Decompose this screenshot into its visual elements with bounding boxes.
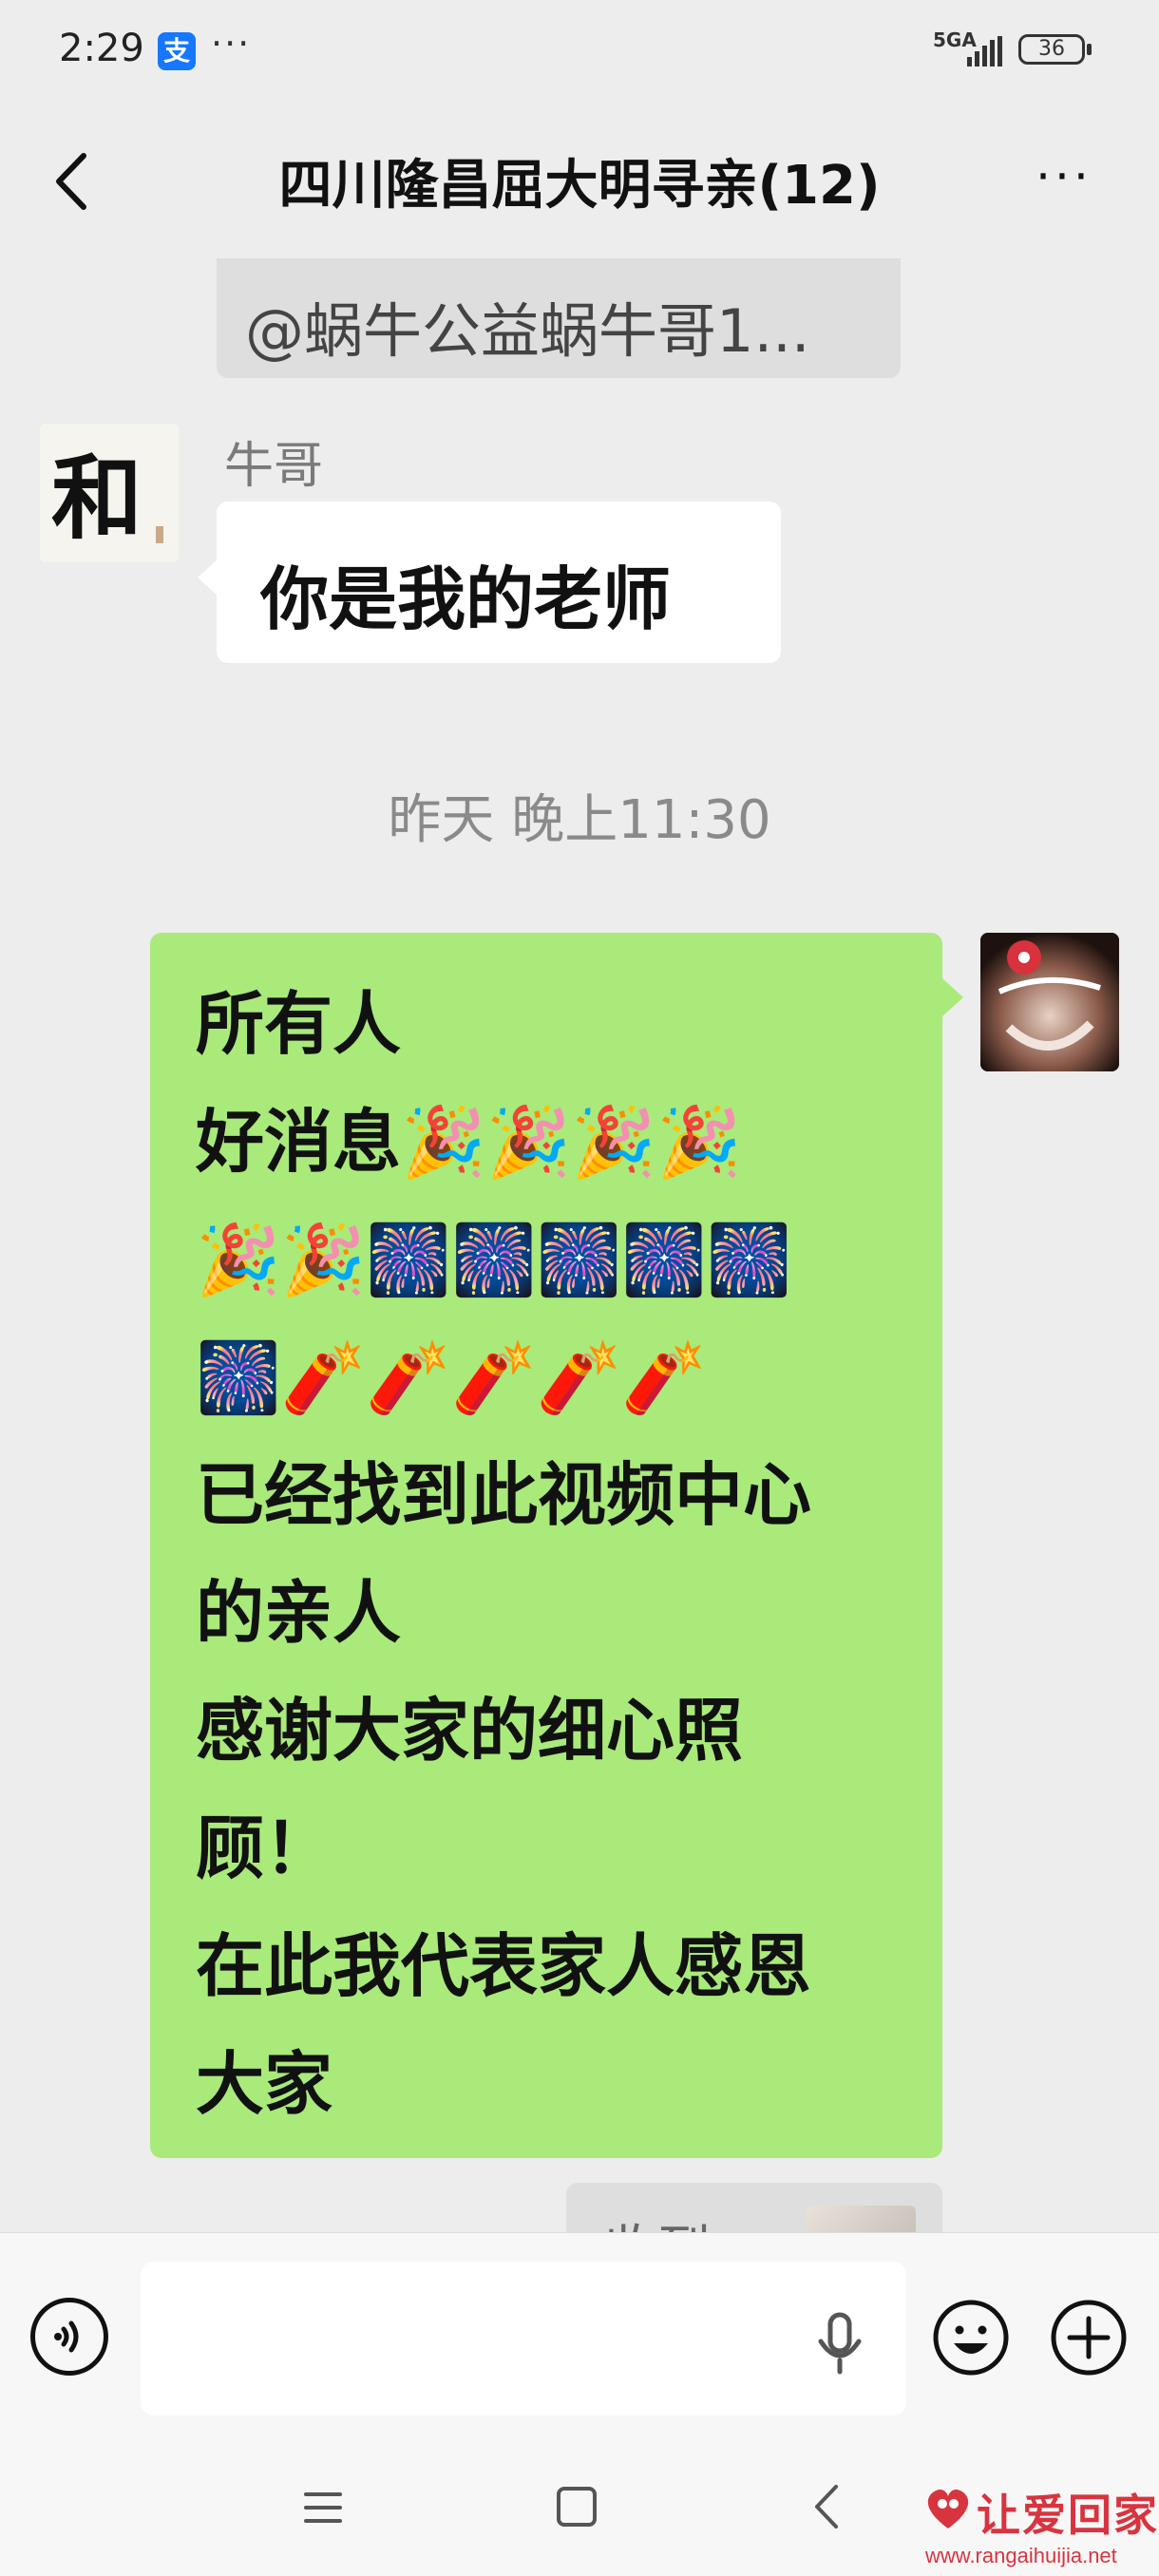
message-line: 好消息🎉🎉🎉🎉	[196, 1102, 742, 1182]
message-line: 感谢大家的细心照	[196, 1691, 744, 1771]
svg-text:和: 和	[51, 445, 142, 552]
chat-title: 四川隆昌屈大明寻亲(12)	[278, 155, 881, 217]
avatar[interactable]: 和	[40, 424, 179, 562]
message-line: 🎆🧨🧨🧨🧨🧨	[196, 1337, 707, 1417]
message-timestamp: 昨天 晚上11:30	[388, 789, 771, 851]
message-line: 大家	[196, 2044, 333, 2124]
emoji-button[interactable]	[931, 2298, 1011, 2377]
home-icon[interactable]	[555, 2485, 598, 2529]
back-button[interactable]	[48, 148, 104, 215]
message-line: 的亲人	[196, 1573, 402, 1653]
watermark-logo: 让爱回家 www.rangaihuijia.net	[922, 2481, 1159, 2576]
image-thumbnail[interactable]	[806, 2206, 916, 2232]
chat-header: 四川隆昌屈大明寻亲(12) ···	[0, 104, 1159, 256]
message-list[interactable]: @蜗牛公益蜗牛哥1... 和 牛哥 你是我的老师 昨天 晚上11:30 所有人 …	[0, 256, 1159, 2232]
my-avatar[interactable]	[980, 933, 1119, 1071]
watermark-text: 让爱回家	[977, 2490, 1159, 2541]
status-bar: 2:29 支 ··· 5GA 36	[0, 0, 1159, 104]
partial-message-text: 收到	[604, 2207, 711, 2232]
notification-more-icon: ···	[211, 23, 252, 65]
voice-icon	[54, 2320, 79, 2353]
battery-icon: 36	[1018, 34, 1085, 65]
alipay-icon: 支	[158, 32, 196, 70]
message-line: 已经找到此视频中心	[196, 1455, 812, 1535]
message-bubble-sent[interactable]: 所有人 好消息🎉🎉🎉🎉 🎉🎉🎆🎆🎆🎆🎆 🎆🧨🧨🧨🧨🧨 已经找到此视频中心 的亲人…	[150, 933, 942, 2158]
plus-button[interactable]	[1049, 2298, 1129, 2377]
message-line: 所有人	[196, 984, 402, 1064]
partial-message-bubble[interactable]: 收到	[566, 2183, 942, 2232]
microphone-icon[interactable]	[815, 2311, 864, 2376]
watermark-url: www.rangaihuijia.net	[925, 2544, 1117, 2567]
message-line: 在此我代表家人感恩	[196, 1926, 812, 2006]
input-bar	[0, 2232, 1159, 2444]
more-options-button[interactable]: ···	[1026, 153, 1102, 205]
status-time: 2:29	[59, 27, 144, 70]
message-bubble-received[interactable]: 你是我的老师	[217, 502, 781, 663]
heart-logo-icon	[927, 2490, 969, 2529]
nav-back-icon[interactable]	[809, 2481, 844, 2532]
sender-name: 牛哥	[224, 438, 324, 495]
battery-nub	[1087, 44, 1092, 55]
message-input[interactable]	[141, 2262, 906, 2415]
avatar-photo-icon	[980, 933, 1119, 1071]
quoted-message[interactable]: @蜗牛公益蜗牛哥1...	[217, 258, 901, 378]
message-line: 🎉🎉🎆🎆🎆🎆🎆	[196, 1220, 792, 1299]
signal-icon	[967, 36, 1002, 66]
bubble-tail	[942, 978, 963, 1016]
menu-icon[interactable]	[302, 2487, 344, 2529]
message-line: 顾！	[196, 1809, 333, 1888]
voice-toggle-button[interactable]	[30, 2298, 108, 2376]
calligraphy-avatar-icon: 和	[40, 424, 179, 562]
bubble-tail	[198, 559, 218, 597]
